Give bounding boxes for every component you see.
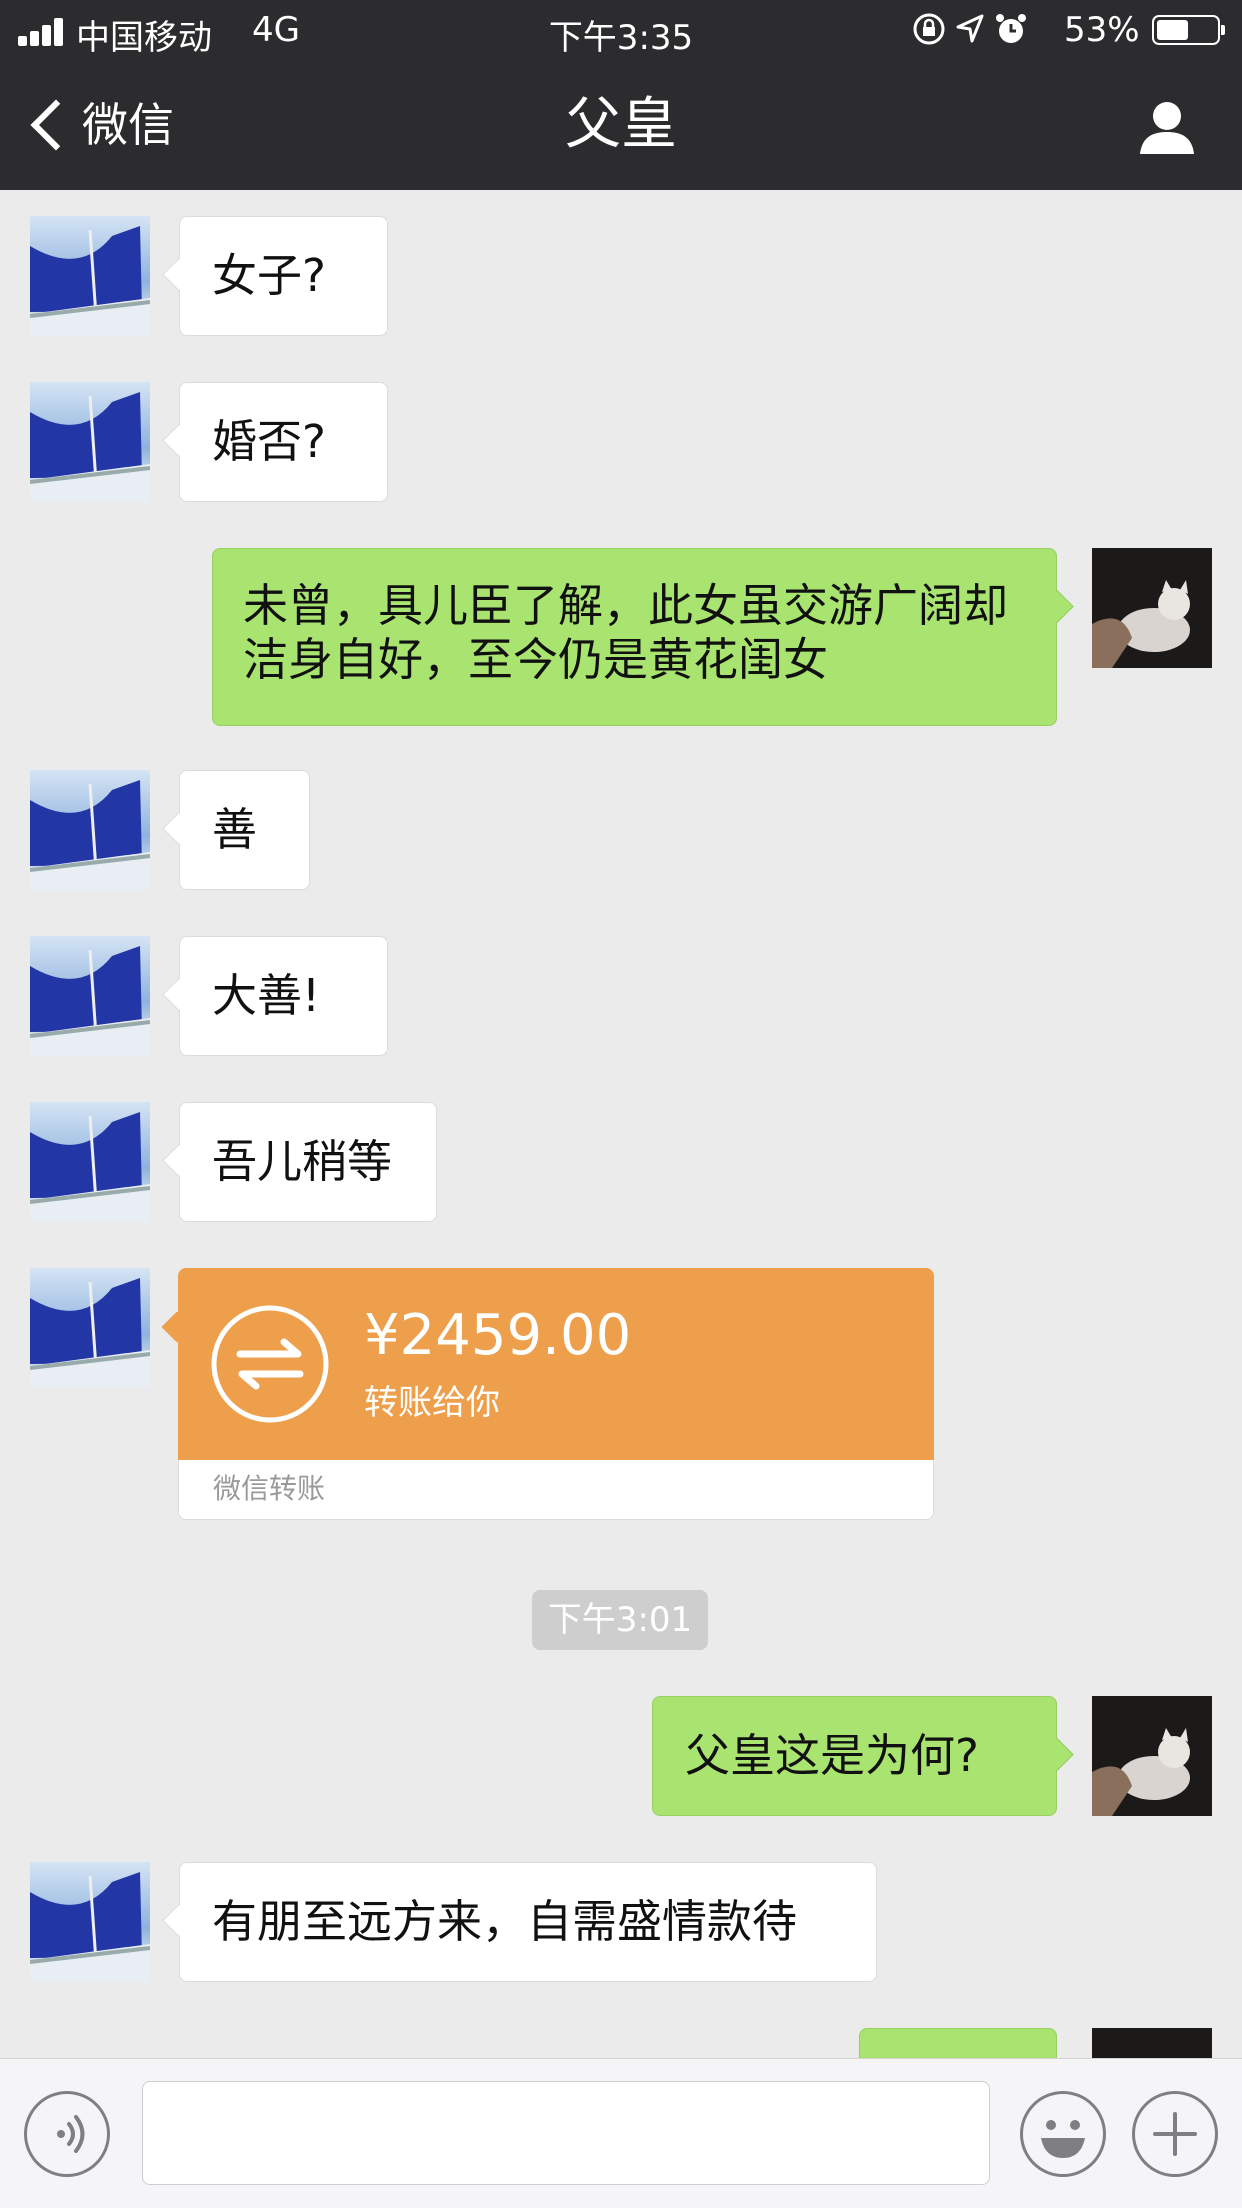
message-bubble[interactable]: 善 xyxy=(179,770,310,890)
father-avatar[interactable] xyxy=(30,1862,150,1982)
my-avatar[interactable] xyxy=(1092,548,1212,668)
message-bubble[interactable]: 吾儿稍等 xyxy=(179,1102,437,1222)
status-icons xyxy=(912,12,1032,50)
father-avatar[interactable] xyxy=(30,1268,150,1388)
message-bubble[interactable]: 未曾，具儿臣了解，此女虽交游广阔却洁身自好，至今仍是黄花闺女 xyxy=(212,548,1057,726)
message-bubble[interactable] xyxy=(859,2028,1057,2058)
location-icon xyxy=(954,12,986,54)
voice-icon[interactable] xyxy=(24,2091,110,2177)
father-avatar[interactable] xyxy=(30,1102,150,1222)
message-bubble[interactable]: 父皇这是为何? xyxy=(652,1696,1057,1816)
message-bubble[interactable]: 大善! xyxy=(179,936,388,1056)
message-bubble[interactable]: 有朋至远方来，自需盛情款待 xyxy=(179,1862,877,1982)
message-input[interactable] xyxy=(142,2081,990,2185)
father-avatar[interactable] xyxy=(30,382,150,502)
transfer-amount: ¥2459.00 xyxy=(364,1303,632,1368)
transfer-footer: 微信转账 xyxy=(178,1460,934,1520)
my-avatar[interactable] xyxy=(1092,2028,1212,2058)
message-bubble[interactable]: 婚否? xyxy=(179,382,388,502)
emoji-icon[interactable] xyxy=(1020,2091,1106,2177)
chat-title: 父皇 xyxy=(565,92,677,157)
orientation-lock-icon xyxy=(912,12,946,54)
top-bar: 中国移动 4G 下午3:35 53% 微信 父皇 xyxy=(0,0,1242,190)
transfer-icon xyxy=(210,1304,330,1424)
transfer-description: 转账给你 xyxy=(364,1383,500,1423)
father-avatar[interactable] xyxy=(30,770,150,890)
father-avatar[interactable] xyxy=(30,936,150,1056)
status-time: 下午3:35 xyxy=(548,18,694,58)
battery-percentage: 53% xyxy=(1064,10,1140,50)
timestamp-badge: 下午3:01 xyxy=(532,1590,708,1650)
my-avatar[interactable] xyxy=(1092,1696,1212,1816)
plus-icon[interactable] xyxy=(1132,2091,1218,2177)
profile-icon[interactable] xyxy=(1136,96,1198,158)
battery-icon xyxy=(1152,15,1225,45)
alarm-icon xyxy=(994,12,1028,54)
input-bar xyxy=(0,2058,1242,2208)
chat-area[interactable]: 女子? 婚否? 未曾，具儿臣了解，此女虽交游广阔却洁身自好，至今仍是黄花闺女 善… xyxy=(0,190,1242,2058)
father-avatar[interactable] xyxy=(30,216,150,336)
message-bubble[interactable]: 女子? xyxy=(179,216,388,336)
transfer-card[interactable]: ¥2459.00 转账给你 微信转账 xyxy=(178,1268,934,1520)
status-bar: 中国移动 4G 下午3:35 53% xyxy=(0,0,1242,62)
transfer-card-body: ¥2459.00 转账给你 xyxy=(178,1268,934,1460)
